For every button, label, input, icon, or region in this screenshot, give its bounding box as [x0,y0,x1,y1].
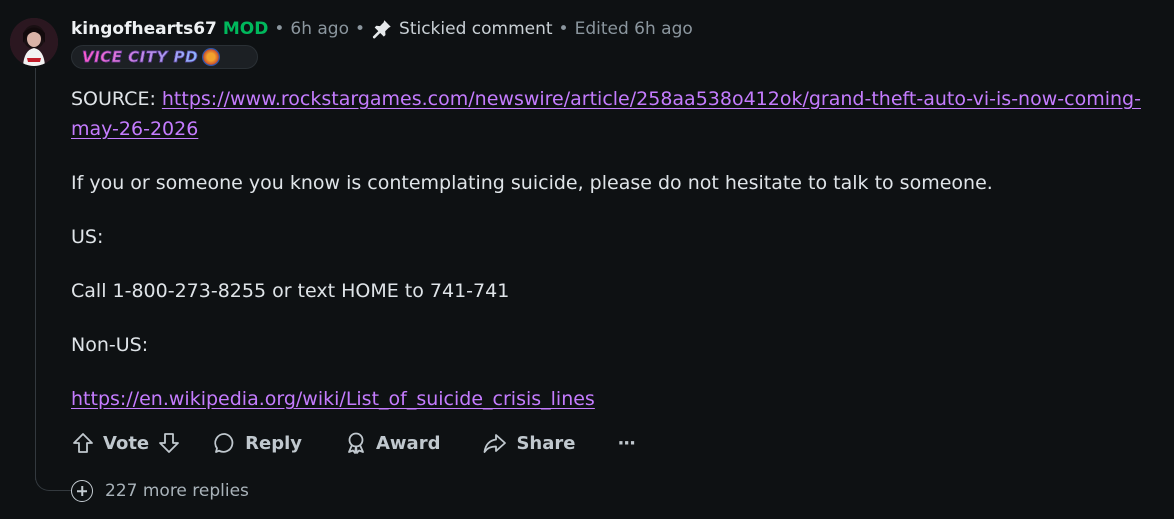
thread-connector [35,462,72,491]
comment-header: kingofhearts67 MOD • 6h ago • Stickied c… [71,14,693,44]
wiki-link[interactable]: https://en.wikipedia.org/wiki/List_of_su… [71,388,595,410]
reply-button[interactable]: Reply [213,431,302,455]
more-replies-label: 227 more replies [105,481,249,501]
more-icon[interactable]: ··· [617,433,635,454]
source-label: SOURCE: [71,88,162,110]
vote-label: Vote [103,432,150,454]
reply-label: Reply [245,432,302,454]
separator-dot: • [355,19,366,39]
award-icon [348,432,364,454]
expand-icon [71,480,93,502]
stickied-indicator: Stickied comment [371,18,553,40]
share-label: Share [516,432,576,454]
separator-dot: • [274,19,285,39]
username-link[interactable]: kingofhearts67 [71,19,217,39]
reply-icon [214,433,234,453]
award-label: Award [375,432,441,454]
source-paragraph: SOURCE: https://www.rockstargames.com/ne… [71,84,1141,144]
avatar-image [10,18,58,66]
timestamp[interactable]: 6h ago [290,19,349,39]
flair-text: VICE CITY PD [82,48,199,67]
mod-badge: MOD [222,19,269,39]
share-button[interactable]: Share [482,431,575,455]
wiki-paragraph: https://en.wikipedia.org/wiki/List_of_su… [71,384,1141,414]
downvote-icon[interactable] [157,431,181,455]
source-link[interactable]: https://www.rockstargames.com/newswire/a… [71,88,1141,140]
more-replies-button[interactable]: 227 more replies [71,478,249,504]
thread-line [35,68,36,480]
help-paragraph: If you or someone you know is contemplat… [71,172,993,194]
separator-dot: • [558,19,569,39]
edited-label: Edited 6h ago [574,19,693,39]
non-us-paragraph: Non-US: [71,334,149,356]
pin-icon [372,20,391,39]
stickied-label: Stickied comment [399,19,553,39]
flair-badge-icon [202,48,221,66]
comment-actions: Vote Reply Award Share ··· [71,426,636,460]
upvote-icon[interactable] [71,431,95,455]
user-flair: VICE CITY PD [71,45,258,69]
avatar[interactable] [10,18,58,66]
award-button[interactable]: Award [344,431,440,455]
us-paragraph: US: [71,226,104,248]
share-icon [484,434,507,453]
vote-group: Vote [71,431,181,455]
call-paragraph: Call 1-800-273-8255 or text HOME to 741-… [71,280,510,302]
